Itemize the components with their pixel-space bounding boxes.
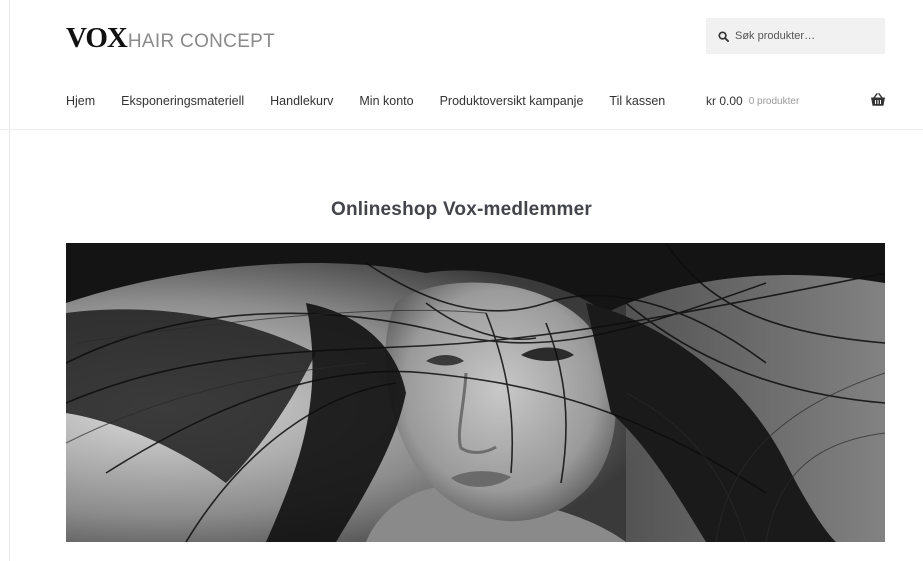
search-icon [718,30,729,42]
search-input[interactable] [735,30,875,42]
site-logo[interactable]: VOX HAIR CONCEPT [66,22,275,55]
site-header: VOX HAIR CONCEPT Hjem Eksponeringsmateri… [0,0,923,130]
cart-amount: kr 0.00 [706,94,743,108]
cart-summary[interactable]: kr 0.00 0 produkter [706,92,799,110]
basket-icon[interactable] [870,93,886,107]
nav-item-handlekurv[interactable]: Handlekurv [270,94,333,108]
nav-item-eksponeringsmateriell[interactable]: Eksponeringsmateriell [121,94,244,108]
page: VOX HAIR CONCEPT Hjem Eksponeringsmateri… [0,0,923,561]
nav-item-til-kassen[interactable]: Til kassen [609,94,665,108]
search-box [706,18,885,54]
hero-image [66,243,885,542]
logo-text: HAIR CONCEPT [127,31,276,52]
nav-item-min-konto[interactable]: Min konto [359,94,413,108]
primary-nav: Hjem Eksponeringsmateriell Handlekurv Mi… [66,92,691,110]
nav-item-hjem[interactable]: Hjem [66,94,95,108]
nav-item-produktoversikt-kampanje[interactable]: Produktoversikt kampanje [440,94,584,108]
cart-count: 0 produkter [748,95,800,107]
page-title: Onlineshop Vox-medlemmer [330,198,592,220]
logo-mark: VOX [66,22,128,54]
